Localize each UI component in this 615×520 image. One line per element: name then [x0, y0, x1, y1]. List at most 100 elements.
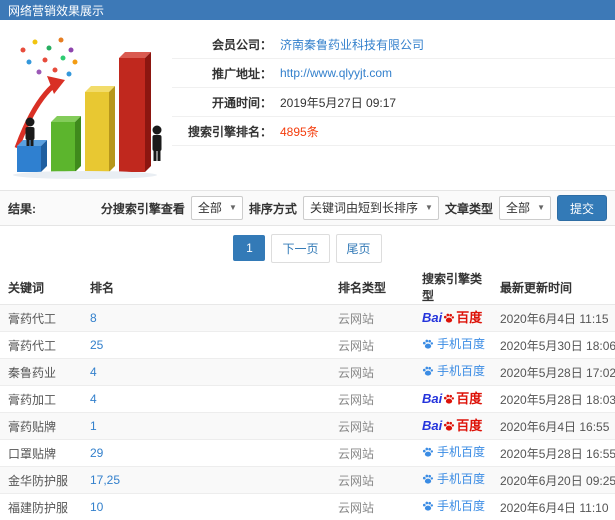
rank-link[interactable]: 10	[90, 500, 103, 514]
keyword-rank-table: 关键词 排名 排名类型 搜索引擎类型 最新更新时间 膏药代工 8 云网站 Bai…	[0, 270, 615, 520]
filter-bar: 结果: 分搜索引擎查看 全部 ▼ 排序方式 关键词由短到长排序 ▼ 文章类型 全…	[0, 190, 615, 226]
mobile-baidu-badge: 手机百度	[422, 365, 485, 377]
article-type-label: 文章类型	[444, 201, 493, 216]
mobile-baidu-label: 手机百度	[437, 471, 486, 486]
mobile-baidu-label: 手机百度	[437, 498, 486, 513]
info-row-open-time: 开通时间： 2019年5月27日 09:17	[172, 88, 615, 117]
updated-cell: 2020年5月28日 17:02	[500, 365, 615, 380]
rank-type-cell: 云网站	[338, 338, 375, 353]
company-name-link[interactable]: 济南秦鲁药业科技有限公司	[280, 36, 424, 53]
updated-cell: 2020年6月4日 11:15	[500, 311, 609, 326]
col-rank-type: 排名类型	[330, 270, 414, 305]
last-page-button[interactable]: 尾页	[335, 233, 382, 263]
chevron-down-icon: ▼	[425, 203, 433, 212]
engine-filter-label: 分搜索引擎查看	[100, 201, 185, 216]
rank-link[interactable]: 4	[90, 365, 97, 379]
rank-count-value: 4895条	[280, 124, 319, 139]
keyword-cell: 秦鲁药业	[8, 365, 57, 380]
keyword-cell: 膏药代工	[8, 338, 57, 353]
updated-cell: 2020年5月30日 18:06	[500, 338, 615, 353]
rank-link[interactable]: 4	[90, 392, 97, 406]
info-row-rank-count: 搜索引擎排名： 4895条	[172, 117, 615, 146]
engine-cell: 手机百度	[414, 331, 492, 359]
summary-section: 会员公司： 济南秦鲁药业科技有限公司 推广地址： http://www.qlyy…	[0, 20, 615, 190]
sort-filter-select[interactable]: 关键词由短到长排序 ▼	[302, 196, 439, 220]
updated-cell: 2020年6月4日 11:10	[500, 500, 609, 515]
col-rank: 排名	[82, 270, 330, 305]
open-time-label: 开通时间：	[211, 95, 272, 110]
info-row-url: 推广地址： http://www.qlyyjt.com	[172, 59, 615, 88]
sort-filter-value: 关键词由短到长排序	[309, 201, 418, 215]
col-keyword: 关键词	[0, 270, 82, 305]
updated-cell: 2020年5月28日 18:03	[500, 392, 615, 407]
chevron-down-icon: ▼	[537, 203, 545, 212]
engine-filter-value: 全部	[197, 201, 222, 215]
rank-link[interactable]: 29	[90, 446, 103, 460]
info-row-company: 会员公司： 济南秦鲁药业科技有限公司	[172, 30, 615, 59]
baidu-paw-icon	[443, 420, 455, 432]
page-number-current[interactable]: 1	[233, 235, 266, 261]
engine-cell: Bai 百度	[414, 412, 492, 440]
rank-link[interactable]: 17,25	[90, 473, 120, 487]
rank-link[interactable]: 1	[90, 419, 97, 433]
engine-cell: 手机百度	[414, 466, 492, 494]
submit-button[interactable]: 提交	[556, 195, 607, 221]
mobile-baidu-badge: 手机百度	[422, 473, 485, 485]
mobile-baidu-label: 手机百度	[437, 444, 486, 459]
open-time-value: 2019年5月27日 09:17	[280, 95, 397, 110]
sort-filter-label: 排序方式	[248, 201, 297, 216]
rank-type-cell: 云网站	[338, 446, 375, 461]
mobile-baidu-icon	[422, 365, 434, 377]
table-row: 膏药贴牌 1 云网站 Bai 百度 2020年6月4日 16:55	[0, 412, 615, 440]
mobile-baidu-badge: 手机百度	[422, 338, 485, 350]
mobile-baidu-label: 手机百度	[437, 363, 486, 378]
rank-type-cell: 云网站	[338, 473, 375, 488]
result-section-label: 结果:	[8, 201, 36, 216]
keyword-cell: 膏药代工	[8, 311, 57, 326]
rank-type-cell: 云网站	[338, 365, 375, 380]
table-row: 膏药代工 8 云网站 Bai 百度 2020年6月4日 11:15	[0, 304, 615, 332]
col-updated: 最新更新时间	[492, 270, 615, 305]
table-row: 秦鲁药业 4 云网站 手机百度 2020年5月28日 17:02	[0, 358, 615, 386]
keyword-cell: 膏药贴牌	[8, 419, 57, 434]
keyword-cell: 口罩贴牌	[8, 446, 57, 461]
article-type-select[interactable]: 全部 ▼	[498, 196, 551, 220]
rank-link[interactable]: 8	[90, 311, 97, 325]
chart-illustration	[0, 20, 172, 190]
baidu-logo-cn: 百度	[456, 418, 483, 433]
rank-type-cell: 云网站	[338, 419, 375, 434]
table-row: 膏药加工 4 云网站 Bai 百度 2020年5月28日 18:03	[0, 385, 615, 413]
mobile-baidu-icon	[422, 338, 434, 350]
rank-count-label: 搜索引擎排名：	[187, 124, 272, 139]
promo-url-link[interactable]: http://www.qlyyjt.com	[280, 66, 392, 80]
table-row: 膏药代工 25 云网站 手机百度 2020年5月30日 18:06	[0, 331, 615, 359]
next-page-button[interactable]: 下一页	[271, 233, 330, 263]
engine-cell: 手机百度	[414, 493, 492, 520]
engine-cell: Bai 百度	[414, 304, 492, 332]
baidu-paw-icon	[443, 312, 455, 324]
baidu-logo-latin: Bai	[422, 310, 443, 325]
company-label: 会员公司：	[211, 37, 272, 52]
filter-controls: 分搜索引擎查看 全部 ▼ 排序方式 关键词由短到长排序 ▼ 文章类型 全部 ▼ …	[101, 195, 607, 221]
baidu-logo-latin: Bai	[422, 391, 443, 406]
table-header-row: 关键词 排名 排名类型 搜索引擎类型 最新更新时间	[0, 270, 615, 305]
mobile-baidu-icon	[422, 446, 434, 458]
rank-type-cell: 云网站	[338, 311, 375, 326]
engine-filter-select[interactable]: 全部 ▼	[190, 196, 243, 220]
table-row: 口罩贴牌 29 云网站 手机百度 2020年5月28日 16:55	[0, 439, 615, 467]
baidu-logo-cn: 百度	[456, 310, 483, 325]
keyword-cell: 金华防护服	[8, 473, 69, 488]
engine-cell: 手机百度	[414, 439, 492, 467]
rank-type-cell: 云网站	[338, 392, 375, 407]
page-title-bar: 网络营销效果展示	[0, 0, 615, 20]
engine-cell: 手机百度	[414, 358, 492, 386]
table-row: 金华防护服 17,25 云网站 手机百度 2020年6月20日 09:25	[0, 466, 615, 494]
mobile-baidu-badge: 手机百度	[422, 500, 485, 512]
rank-link[interactable]: 25	[90, 338, 103, 352]
chevron-down-icon: ▼	[229, 203, 237, 212]
baidu-paw-icon	[443, 393, 455, 405]
keyword-cell: 膏药加工	[8, 392, 57, 407]
updated-cell: 2020年5月28日 16:55	[500, 446, 615, 461]
baidu-logo-cn: 百度	[456, 391, 483, 406]
baidu-logo: Bai 百度	[422, 311, 482, 324]
